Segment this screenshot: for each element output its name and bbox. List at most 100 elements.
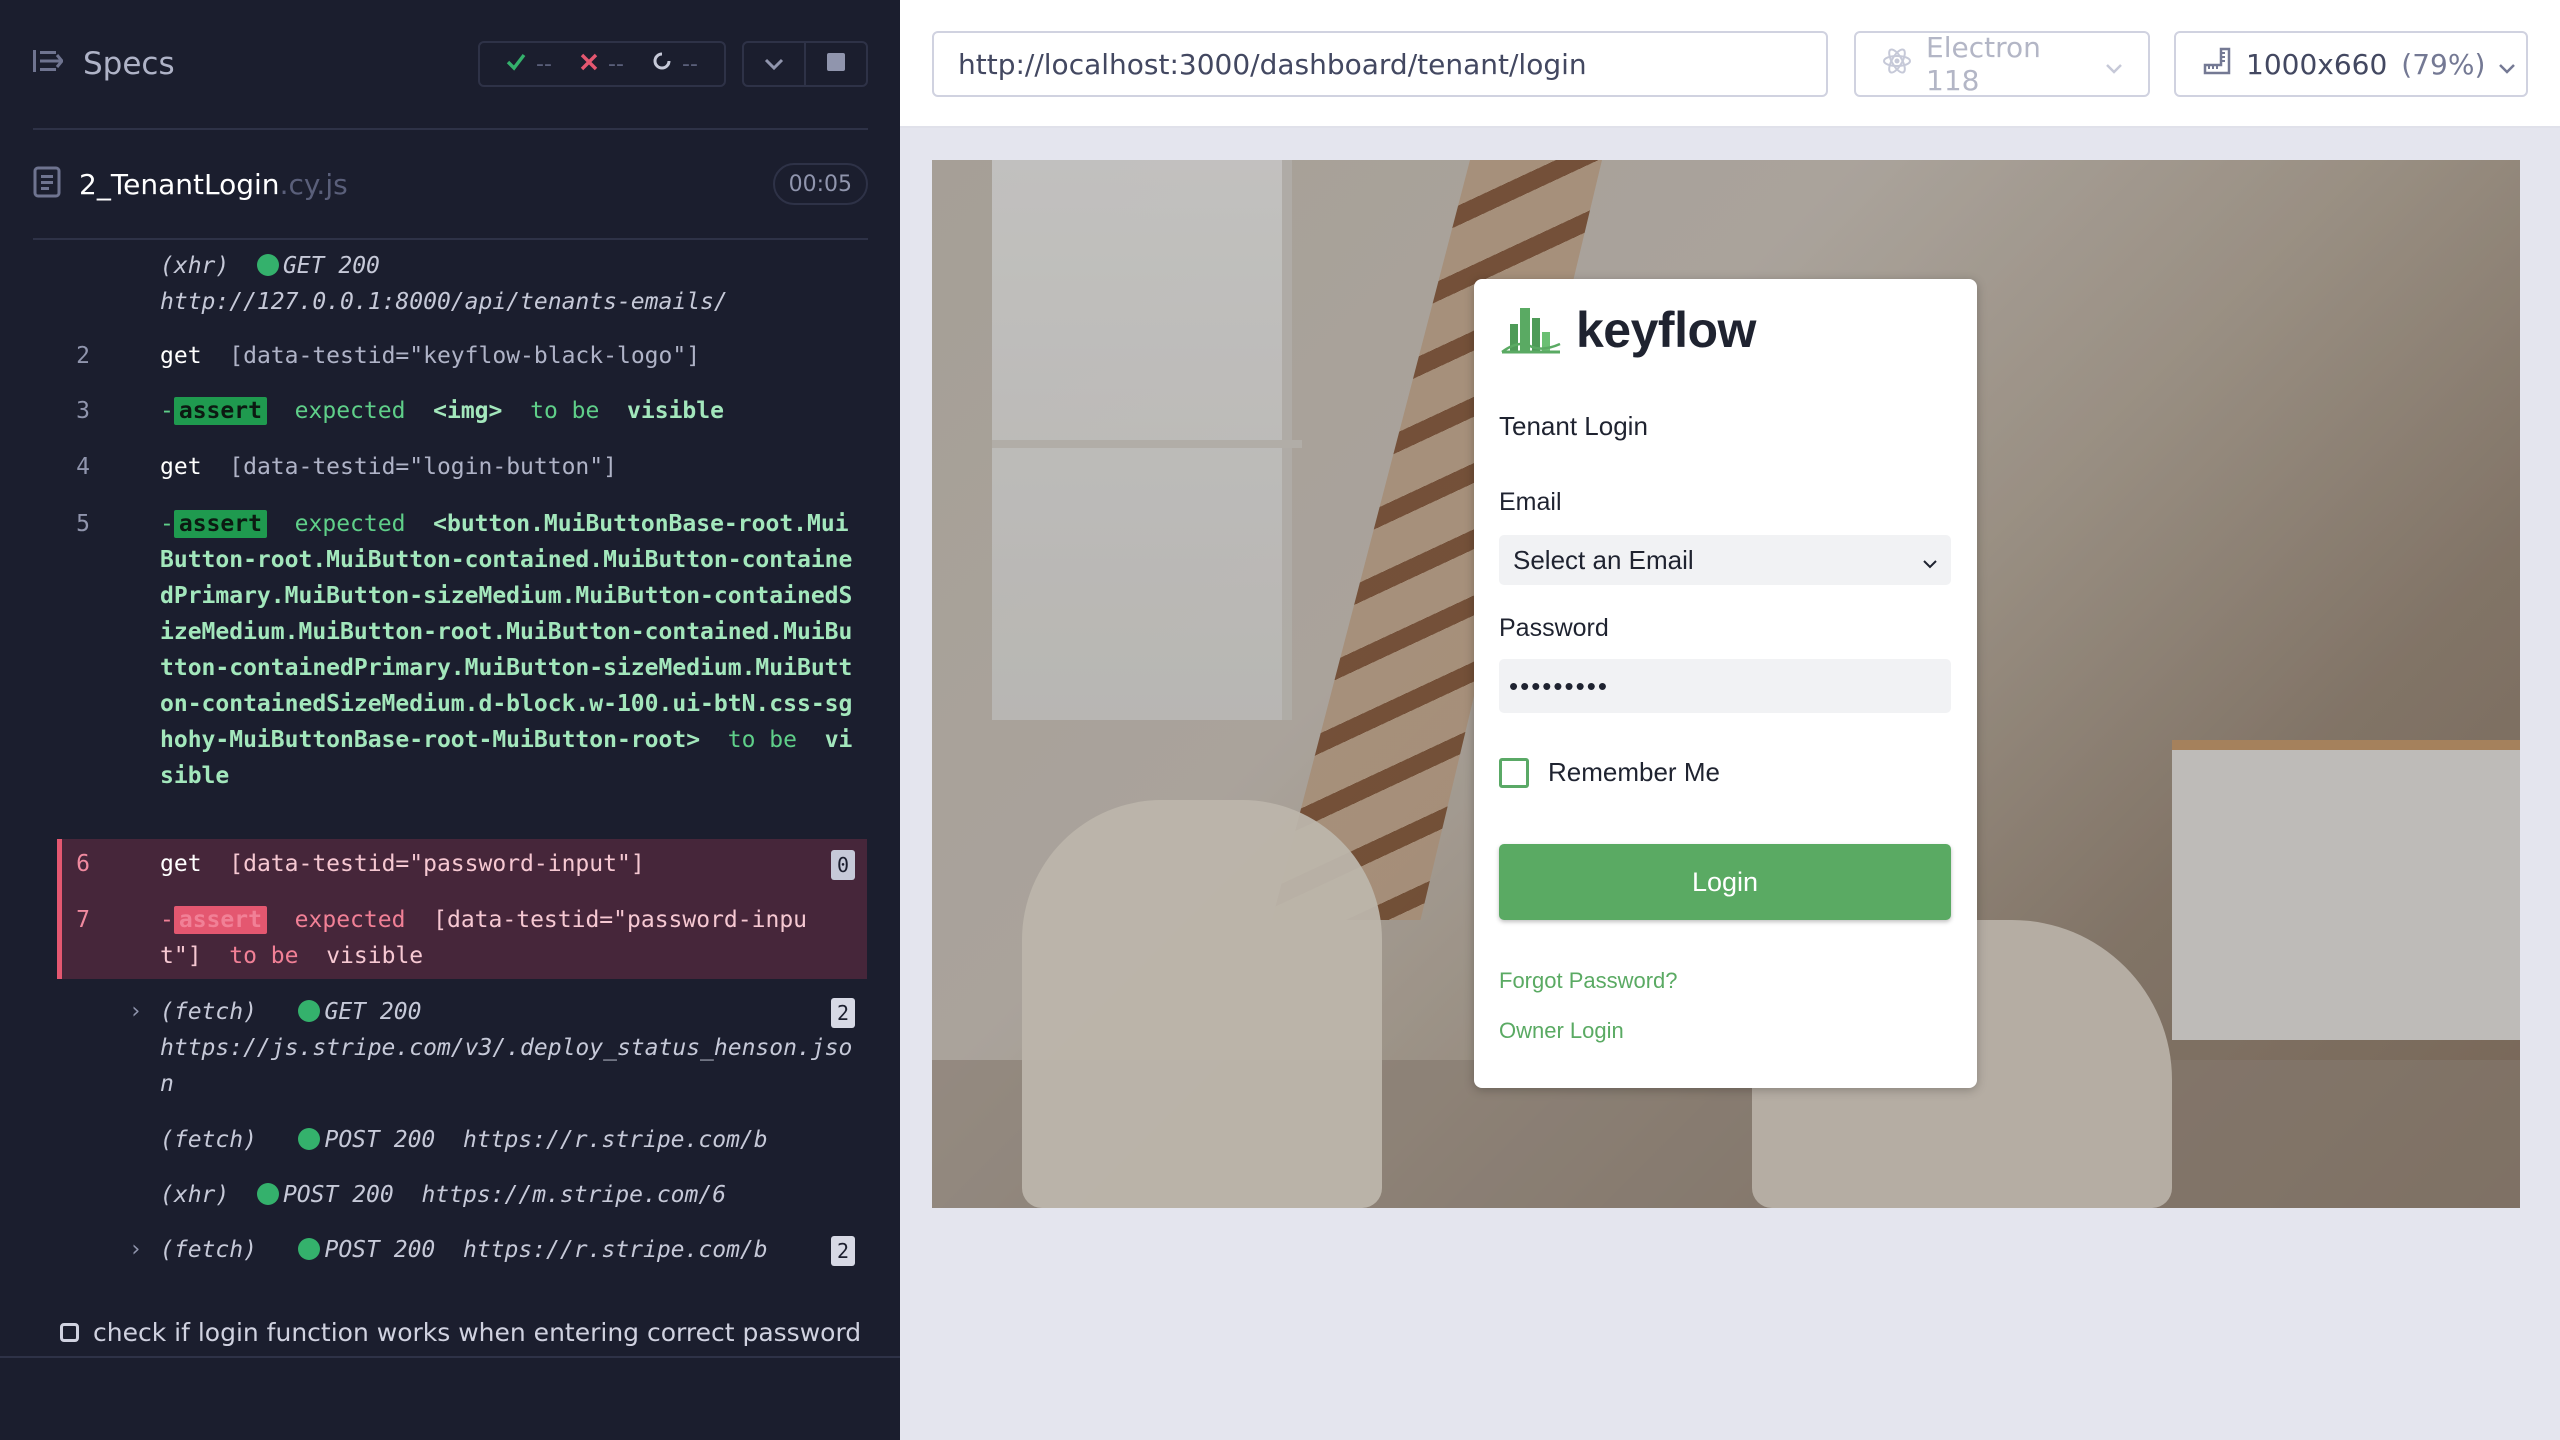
command-number: 4	[76, 454, 90, 480]
command-method: GET 200	[324, 999, 422, 1025]
login-card: keyflow Tenant Login Email Select an Ema…	[1474, 279, 1977, 1088]
chevron-right-icon[interactable]: ›	[129, 1232, 142, 1268]
x-icon	[580, 52, 598, 77]
request-count-badge: 2	[831, 1236, 855, 1266]
command-method: POST 200	[324, 1127, 436, 1153]
passed-count: --	[536, 51, 552, 77]
app-preview: keyflow Tenant Login Email Select an Ema…	[932, 160, 2520, 1208]
spec-duration: 00:05	[772, 163, 868, 205]
specs-header: Specs -- -- --	[0, 0, 900, 130]
assert-subject: <button.MuiButtonBase-root.MuiButton-roo…	[160, 511, 853, 753]
test-title[interactable]: check if login function works when enter…	[60, 1318, 861, 1347]
chevron-down-icon	[2106, 48, 2122, 81]
login-button[interactable]: Login	[1499, 844, 1951, 920]
chevron-down-icon	[764, 55, 784, 74]
command-method: GET 200	[282, 253, 380, 279]
chevron-right-icon[interactable]: ›	[129, 994, 142, 1030]
command-name: get	[160, 454, 202, 480]
divider	[33, 238, 868, 240]
assert-expected: visible	[627, 398, 724, 424]
electron-icon	[1882, 46, 1912, 83]
password-label: Password	[1499, 614, 1609, 642]
status-dot-icon	[256, 1183, 279, 1205]
command-number: 2	[76, 343, 90, 369]
status-dot-icon	[256, 254, 279, 276]
specs-label: Specs	[83, 46, 175, 82]
stop-icon	[827, 53, 845, 75]
assert-text: expected	[294, 907, 406, 933]
divider	[33, 128, 868, 130]
assert-text: expected	[294, 511, 406, 537]
command-number: 3	[76, 398, 90, 424]
command-method: POST 200	[324, 1237, 436, 1263]
specs-toggle[interactable]: Specs	[33, 46, 175, 82]
check-icon	[506, 52, 526, 77]
command-selector: [data-testid="password-input"]	[229, 851, 645, 877]
browser-selector[interactable]: Electron 118	[1854, 31, 2150, 97]
command-type: (xhr)	[160, 1182, 230, 1208]
command-log-panel: Specs -- -- -- 2_TenantLogin .cy.js 00:0…	[0, 0, 900, 1440]
command-type: (fetch)	[160, 1127, 257, 1153]
menu-collapse-icon	[33, 46, 64, 82]
command-url: http://127.0.0.1:8000/api/tenants-emails…	[160, 289, 728, 315]
status-dot-icon	[298, 1000, 321, 1022]
chevron-down-icon	[2499, 48, 2516, 81]
failed-count: --	[608, 51, 624, 77]
command-url: https://r.stripe.com/b	[462, 1127, 768, 1153]
url-bar[interactable]: http://localhost:3000/dashboard/tenant/l…	[932, 31, 1828, 97]
viewport-selector[interactable]: 1000x660 (79%)	[2174, 31, 2528, 97]
element-count-badge: 0	[831, 850, 855, 880]
viewport-size: 1000x660	[2246, 47, 2388, 81]
stop-button[interactable]	[806, 43, 866, 85]
command-type: (fetch)	[160, 999, 257, 1025]
forgot-password-link[interactable]: Forgot Password?	[1499, 968, 1678, 994]
command-name: get	[160, 343, 202, 369]
command-url: https://r.stripe.com/b	[462, 1237, 768, 1263]
email-select-value: Select an Email	[1513, 544, 1694, 575]
command-type: (xhr)	[160, 253, 230, 279]
command-url: https://m.stripe.com/6	[421, 1182, 727, 1208]
status-dot-icon	[298, 1128, 321, 1150]
assert-text: to be	[530, 398, 600, 424]
remember-me-checkbox[interactable]	[1499, 757, 1529, 788]
email-select[interactable]: Select an Email	[1499, 535, 1951, 585]
command-number: 5	[76, 511, 90, 537]
command-method: POST 200	[282, 1182, 394, 1208]
test-status-icon	[60, 1323, 79, 1342]
assert-text: expected	[294, 398, 406, 424]
request-count-badge: 2	[831, 998, 855, 1028]
browser-name: Electron 118	[1926, 31, 2041, 97]
assert-badge: assert	[173, 510, 267, 538]
assert-expected: visible	[326, 943, 424, 969]
command-type: (fetch)	[160, 1237, 257, 1263]
password-input[interactable]: •••••••••	[1499, 659, 1951, 713]
spec-file-name: 2_TenantLogin	[79, 167, 280, 201]
assert-badge: assert	[173, 397, 267, 425]
remember-me-label: Remember Me	[1548, 757, 1720, 787]
keyflow-logo: keyflow	[1500, 301, 1756, 359]
command-list: (xhr) GET 200 http://127.0.0.1:8000/api/…	[57, 242, 867, 1278]
chevron-down-icon	[1923, 545, 1937, 576]
command-number: 6	[76, 851, 90, 877]
pending-count: --	[682, 51, 698, 77]
failed-stat: --	[580, 52, 624, 77]
command-selector: [data-testid="keyflow-black-logo"]	[229, 343, 701, 369]
status-dot-icon	[298, 1238, 321, 1260]
owner-login-link[interactable]: Owner Login	[1499, 1018, 1624, 1044]
buildings-logo-icon	[1500, 302, 1562, 359]
command-url: https://js.stripe.com/v3/.deploy_status_…	[160, 1035, 853, 1097]
spec-file-ext: .cy.js	[279, 167, 348, 201]
collapse-all-button[interactable]	[744, 43, 806, 85]
passed-stat: --	[506, 52, 552, 77]
divider	[0, 1356, 900, 1358]
assert-text: to be	[727, 727, 797, 753]
viewport-zoom: (79%)	[2401, 47, 2486, 81]
spec-file-header[interactable]: 2_TenantLogin .cy.js 00:05	[33, 160, 868, 208]
remember-me[interactable]: Remember Me	[1499, 757, 1720, 788]
command-number: 7	[76, 907, 90, 933]
runner-toolbar: http://localhost:3000/dashboard/tenant/l…	[900, 0, 2560, 128]
email-label: Email	[1499, 488, 1562, 516]
logo-text: keyflow	[1576, 302, 1756, 358]
page-title: Tenant Login	[1499, 411, 1648, 441]
test-stats: -- -- --	[478, 41, 726, 87]
